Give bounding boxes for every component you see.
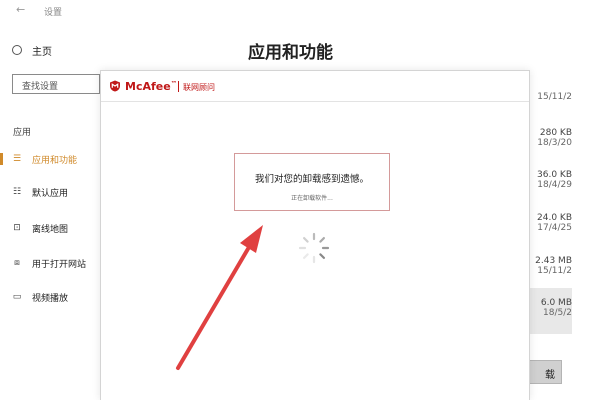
list-item-size: 280 KB (539, 128, 572, 138)
sidebar-item-label: 用于打开网站 (32, 259, 87, 270)
apps-list-icon: ☰ (12, 154, 22, 164)
list-item-date: 15/11/2 (537, 92, 572, 102)
product-name: 联网顾问 (183, 83, 215, 92)
dialog-header: McAfee™ 联网顾问 (101, 71, 529, 102)
page-title: 应用和功能 (248, 43, 333, 63)
list-item[interactable]: 36.0 KB 18/4/29 (537, 170, 572, 190)
mcafee-shield-icon (110, 80, 120, 92)
sidebar-item-web-apps[interactable]: ⧈ 用于打开网站 (0, 255, 86, 271)
sidebar-item-default-apps[interactable]: ☷ 默认应用 (0, 184, 68, 200)
brand-divider (178, 81, 179, 92)
sidebar-item-label: 应用和功能 (32, 155, 78, 166)
list-item-size: 24.0 KB (537, 213, 572, 223)
search-input[interactable]: 查找设置 (12, 74, 100, 94)
list-item[interactable]: 2.43 MB 15/11/2 (535, 256, 572, 276)
video-icon: ▭ (12, 292, 22, 302)
list-item-size: 6.0 MB (540, 298, 572, 308)
sidebar-item-label: 视频播放 (32, 293, 69, 304)
window-title: 设置 (44, 8, 63, 18)
sidebar-item-offline-maps[interactable]: ⊡ 离线地图 (0, 220, 68, 236)
list-item-date: 18/4/29 (537, 180, 572, 190)
sidebar-item-label: 默认应用 (32, 188, 69, 199)
gear-home-icon (12, 45, 22, 55)
sidebar-item-video[interactable]: ▭ 视频播放 (0, 289, 68, 305)
list-item[interactable]: 24.0 KB 17/4/25 (537, 213, 572, 233)
farewell-message: 我们对您的卸载感到遗憾。 (254, 174, 369, 185)
list-item[interactable]: 15/11/2 (537, 92, 572, 102)
mcafee-uninstall-dialog: McAfee™ 联网顾问 我们对您的卸载感到遗憾。 正在卸载软件... (100, 70, 530, 400)
default-apps-icon: ☷ (12, 187, 22, 197)
list-item[interactable]: 280 KB 18/3/20 (537, 128, 572, 148)
brand-name: McAfee™ (125, 80, 177, 93)
sidebar-item-label: 离线地图 (32, 224, 69, 235)
list-item-size: 2.43 MB (535, 256, 572, 266)
nav-home-label: 主页 (32, 46, 52, 58)
uninstall-status: 正在卸载软件... (291, 195, 333, 202)
list-item-date: 15/11/2 (537, 266, 572, 276)
sidebar-item-apps-features[interactable]: ☰ 应用和功能 (0, 151, 77, 167)
list-item[interactable]: 6.0 MB 18/5/2 (541, 298, 572, 318)
list-item-date: 18/5/2 (543, 308, 572, 318)
list-item-date: 18/3/20 (537, 138, 572, 148)
loading-spinner-icon (298, 232, 330, 264)
web-app-icon: ⧈ (14, 258, 20, 268)
back-arrow-icon[interactable]: ← (16, 3, 25, 16)
list-item-date: 17/4/25 (537, 223, 572, 233)
section-label-apps: 应用 (13, 128, 32, 138)
farewell-message-box: 我们对您的卸载感到遗憾。 正在卸载软件... (234, 153, 390, 211)
settings-titlebar: ← 设置 (0, 0, 600, 22)
list-item-size: 36.0 KB (537, 170, 572, 180)
nav-home[interactable]: 主页 (12, 43, 52, 58)
offline-maps-icon: ⊡ (13, 223, 21, 233)
